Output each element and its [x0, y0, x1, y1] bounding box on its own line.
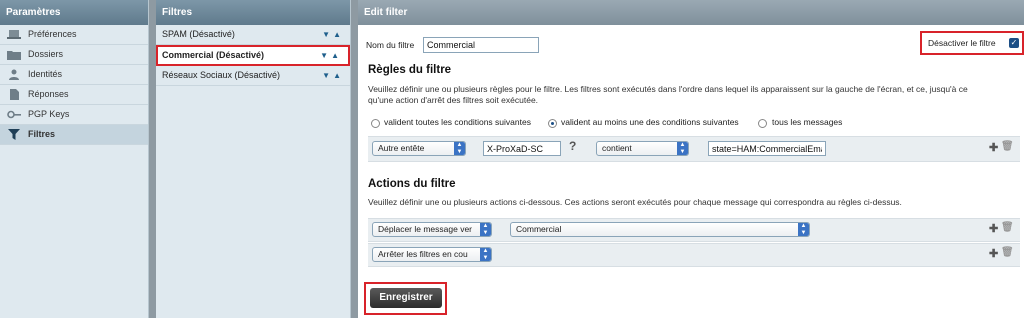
settings-item-label: Dossiers: [28, 49, 64, 59]
reorder-arrows-icon[interactable]: ▼▲: [322, 66, 344, 85]
radio-any-condition[interactable]: [548, 119, 557, 128]
radio-every-label: tous les messages: [772, 117, 843, 127]
header-select[interactable]: Autre entête ▲ ▼: [372, 141, 466, 156]
filter-item[interactable]: SPAM (Désactivé) ▼▲: [156, 25, 350, 45]
panel-divider[interactable]: [351, 0, 358, 318]
filter-item-label: Réseaux Sociaux (Désactivé): [162, 70, 281, 80]
filters-panel: Filtres SPAM (Désactivé) ▼▲ Commercial (…: [156, 0, 351, 318]
action-select[interactable]: Arrêter les filtres en cou ▲ ▼: [372, 247, 492, 262]
laptop-icon: [7, 30, 21, 39]
radio-all-conditions[interactable]: [371, 119, 380, 128]
settings-item-filters[interactable]: Filtres: [0, 125, 148, 145]
disable-filter-checkbox[interactable]: ✓: [1009, 38, 1019, 48]
filter-item[interactable]: Réseaux Sociaux (Désactivé) ▼▲: [156, 66, 350, 86]
header-select-value: Autre entête: [378, 143, 425, 153]
document-icon: [10, 89, 19, 100]
actions-description: Veuillez définir une ou plusieurs action…: [368, 197, 902, 207]
select-arrows-icon: ▲ ▼: [480, 248, 491, 261]
target-folder-value: Commercial: [516, 224, 562, 234]
panel-divider[interactable]: [149, 0, 156, 318]
delete-action-icon[interactable]: 🗑: [1001, 222, 1014, 233]
filter-name-label: Nom du filtre: [366, 40, 415, 50]
radio-every-message[interactable]: [758, 119, 767, 128]
actions-title: Actions du filtre: [368, 178, 456, 190]
settings-item-pgp-keys[interactable]: PGP Keys: [0, 105, 148, 125]
settings-item-label: Filtres: [28, 129, 56, 139]
select-arrows-icon: ▲ ▼: [677, 142, 688, 155]
settings-item-label: PGP Keys: [28, 109, 70, 119]
rules-description-line1: Veuillez définir une ou plusieurs règles…: [368, 84, 968, 94]
action-select-value: Déplacer le message ver: [378, 224, 473, 234]
radio-all-label: valident toutes les conditions suivantes: [384, 117, 531, 127]
header-name-input[interactable]: [483, 141, 561, 156]
settings-panel: Paramètres Préférences Dossiers Identité…: [0, 0, 149, 318]
help-icon[interactable]: ?: [569, 139, 576, 153]
action-row: Arrêter les filtres en cou ▲ ▼ ✚ 🗑: [368, 243, 1020, 267]
settings-item-label: Identités: [28, 69, 63, 79]
operator-select-value: contient: [602, 143, 632, 153]
target-folder-select[interactable]: Commercial ▲ ▼: [510, 222, 810, 237]
action-select[interactable]: Déplacer le message ver ▲ ▼: [372, 222, 492, 237]
filter-item-label: Commercial (Désactivé): [162, 50, 265, 60]
settings-item-preferences[interactable]: Préférences: [0, 25, 148, 45]
delete-action-icon[interactable]: 🗑: [1001, 247, 1014, 258]
filter-name-input[interactable]: [423, 37, 539, 53]
settings-item-responses[interactable]: Réponses: [0, 85, 148, 105]
radio-any-label: valident au moins une des conditions sui…: [561, 117, 739, 127]
save-button[interactable]: Enregistrer: [370, 288, 442, 308]
action-select-value: Arrêter les filtres en cou: [378, 249, 468, 259]
reorder-arrows-icon[interactable]: ▼▲: [322, 25, 344, 44]
action-row: Déplacer le message ver ▲ ▼ Commercial ▲ ▼…: [368, 218, 1020, 242]
rule-row: Autre entête ▲▼ ? contient ▲▼ ✚ 🗑: [368, 136, 1020, 162]
add-rule-icon[interactable]: ✚: [989, 141, 998, 154]
reorder-arrows-icon[interactable]: ▼▲: [320, 47, 342, 64]
rules-description-line2: qu'une action d'arrêt des filtres soit e…: [368, 95, 539, 105]
add-action-icon[interactable]: ✚: [989, 247, 998, 260]
filters-title: Filtres: [156, 0, 350, 25]
disable-filter-label: Désactiver le filtre: [928, 38, 996, 48]
settings-item-label: Réponses: [28, 89, 69, 99]
settings-title: Paramètres: [0, 0, 148, 25]
person-icon: [9, 69, 19, 80]
rules-title: Règles du filtre: [368, 64, 452, 76]
settings-item-label: Préférences: [28, 29, 77, 39]
funnel-icon: [8, 129, 20, 140]
settings-item-identities[interactable]: Identités: [0, 65, 148, 85]
operator-select[interactable]: contient ▲ ▼: [596, 141, 689, 156]
rule-value-input[interactable]: [708, 141, 826, 156]
filter-item-label: SPAM (Désactivé): [162, 29, 235, 39]
add-action-icon[interactable]: ✚: [989, 222, 998, 235]
select-arrows-icon: ▲ ▼: [454, 142, 465, 155]
folder-icon: [7, 51, 21, 60]
filter-editor: Edit filter Nom du filtre Désactiver le …: [358, 0, 1024, 318]
select-arrows-icon: ▲ ▼: [798, 223, 809, 236]
settings-item-folders[interactable]: Dossiers: [0, 45, 148, 65]
filter-item-selected[interactable]: Commercial (Désactivé) ▼▲: [156, 45, 350, 66]
editor-title: Edit filter: [358, 0, 1024, 25]
select-arrows-icon: ▲ ▼: [480, 223, 491, 236]
delete-rule-icon[interactable]: 🗑: [1001, 141, 1014, 152]
key-icon: [7, 110, 21, 119]
